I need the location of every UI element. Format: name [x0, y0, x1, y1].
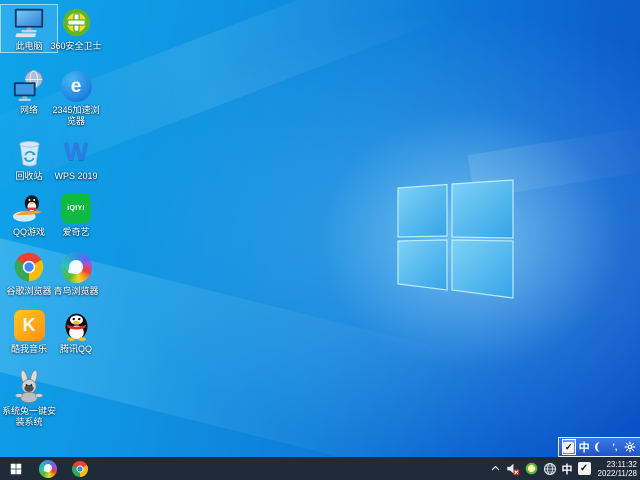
this-pc-icon	[12, 5, 46, 39]
windows-desktop: 此电脑 360安全卫士 网络 e 2345加速浏览器 回收站 W WPS 201…	[0, 0, 640, 480]
desktop-icon-tencent-qq[interactable]: 腾讯QQ	[48, 308, 104, 355]
speaker-muted-icon	[506, 463, 519, 475]
icon-label: 腾讯QQ	[59, 344, 92, 354]
gear-icon	[625, 441, 636, 453]
desktop-icon-2345-browser[interactable]: e 2345加速浏览器	[48, 69, 104, 127]
icon-label: 网络	[19, 105, 38, 115]
chrome-icon	[71, 460, 89, 477]
chinese-indicator-text: 中	[561, 463, 573, 476]
360-security-icon	[59, 5, 93, 39]
globe-network-icon	[543, 462, 556, 475]
moon-icon	[595, 442, 601, 452]
chinese-english-toggle[interactable]: 中	[577, 439, 591, 455]
system-rabbit-icon	[12, 370, 46, 404]
2345-letter: e	[70, 75, 82, 97]
bird-browser-icon	[59, 250, 93, 284]
clock-time: 23:11:32	[606, 459, 637, 469]
input-language-indicator[interactable]: 中	[562, 461, 573, 477]
icon-label: WPS 2019	[54, 171, 98, 181]
360-security-tray-button[interactable]	[525, 462, 538, 475]
start-button[interactable]	[0, 457, 32, 480]
language-bar: ✓ 中 ’,	[558, 437, 640, 457]
icon-label: 2345加速浏览器	[52, 105, 100, 126]
logo-glow	[320, 110, 620, 370]
chrome-icon	[12, 250, 46, 284]
volume-muted-button[interactable]	[506, 462, 520, 476]
chinese-mode-icon: 中	[578, 442, 590, 454]
kuwo-music-icon: K	[12, 308, 46, 342]
iqiyi-icon: iQIYI	[59, 191, 93, 225]
taskbar-clock[interactable]: 23:11:32 2022/11/28	[596, 460, 637, 478]
network-icon	[12, 69, 46, 103]
wps-letter: W	[64, 137, 88, 166]
bird-browser-icon	[39, 459, 57, 478]
icon-label: QQ游戏	[12, 227, 45, 237]
iqiyi-wordmark: iQIYI	[67, 204, 85, 212]
ime-tray-button[interactable]: ✓	[577, 462, 591, 475]
windows-start-icon	[10, 463, 22, 474]
kuwo-letter: K	[22, 314, 36, 335]
punctuation-icon: ’,	[612, 442, 618, 452]
icon-label: 谷歌浏览器	[6, 286, 52, 296]
icon-label: 系统兔一键安装系统	[1, 406, 56, 427]
ime-tray-icon: ✓	[577, 462, 591, 475]
desktop-icon-bird-browser[interactable]: 青鸟浏览器	[48, 250, 104, 297]
ime-logo-icon: ✓	[563, 441, 575, 453]
icon-label: 酷我音乐	[10, 344, 47, 354]
desktop-icon-iqiyi[interactable]: iQIYI 爱奇艺	[48, 191, 104, 238]
2345-browser-icon: e	[59, 69, 93, 103]
icon-label: 回收站	[15, 171, 43, 181]
icon-label: 此电脑	[15, 41, 43, 51]
tencent-qq-icon	[59, 308, 93, 342]
recycle-bin-icon	[12, 135, 46, 169]
chevron-up-icon	[491, 465, 499, 471]
icon-label: 360安全卫士	[50, 41, 102, 51]
qq-games-icon	[12, 191, 46, 225]
ime-settings-button[interactable]	[623, 439, 637, 455]
system-tray: 中 ✓ 23:11:32 2022/11/28	[490, 460, 640, 478]
fullwidth-halfwidth-toggle[interactable]	[592, 439, 606, 455]
punctuation-toggle[interactable]: ’,	[608, 439, 622, 455]
ime-logo-button[interactable]: ✓	[561, 439, 576, 455]
light-beam	[467, 125, 640, 199]
taskbar-bird-browser-button[interactable]	[32, 457, 64, 480]
desktop-icon-wps-2019[interactable]: W WPS 2019	[48, 135, 104, 182]
taskbar: 中 ✓ 23:11:32 2022/11/28	[0, 457, 640, 480]
desktop-icon-360-security[interactable]: 360安全卫士	[48, 5, 104, 52]
icon-label: 爱奇艺	[62, 227, 90, 237]
desktop-icon-system-rabbit[interactable]: 系统兔一键安装系统	[1, 370, 57, 428]
icon-label: 青鸟浏览器	[53, 286, 99, 296]
taskbar-chrome-button[interactable]	[64, 457, 96, 480]
360-tray-icon	[525, 462, 537, 475]
network-tray-button[interactable]	[543, 462, 557, 476]
show-hidden-icons-button[interactable]	[490, 463, 501, 474]
clock-date: 2022/11/28	[597, 468, 637, 478]
wps-icon: W	[59, 135, 93, 169]
